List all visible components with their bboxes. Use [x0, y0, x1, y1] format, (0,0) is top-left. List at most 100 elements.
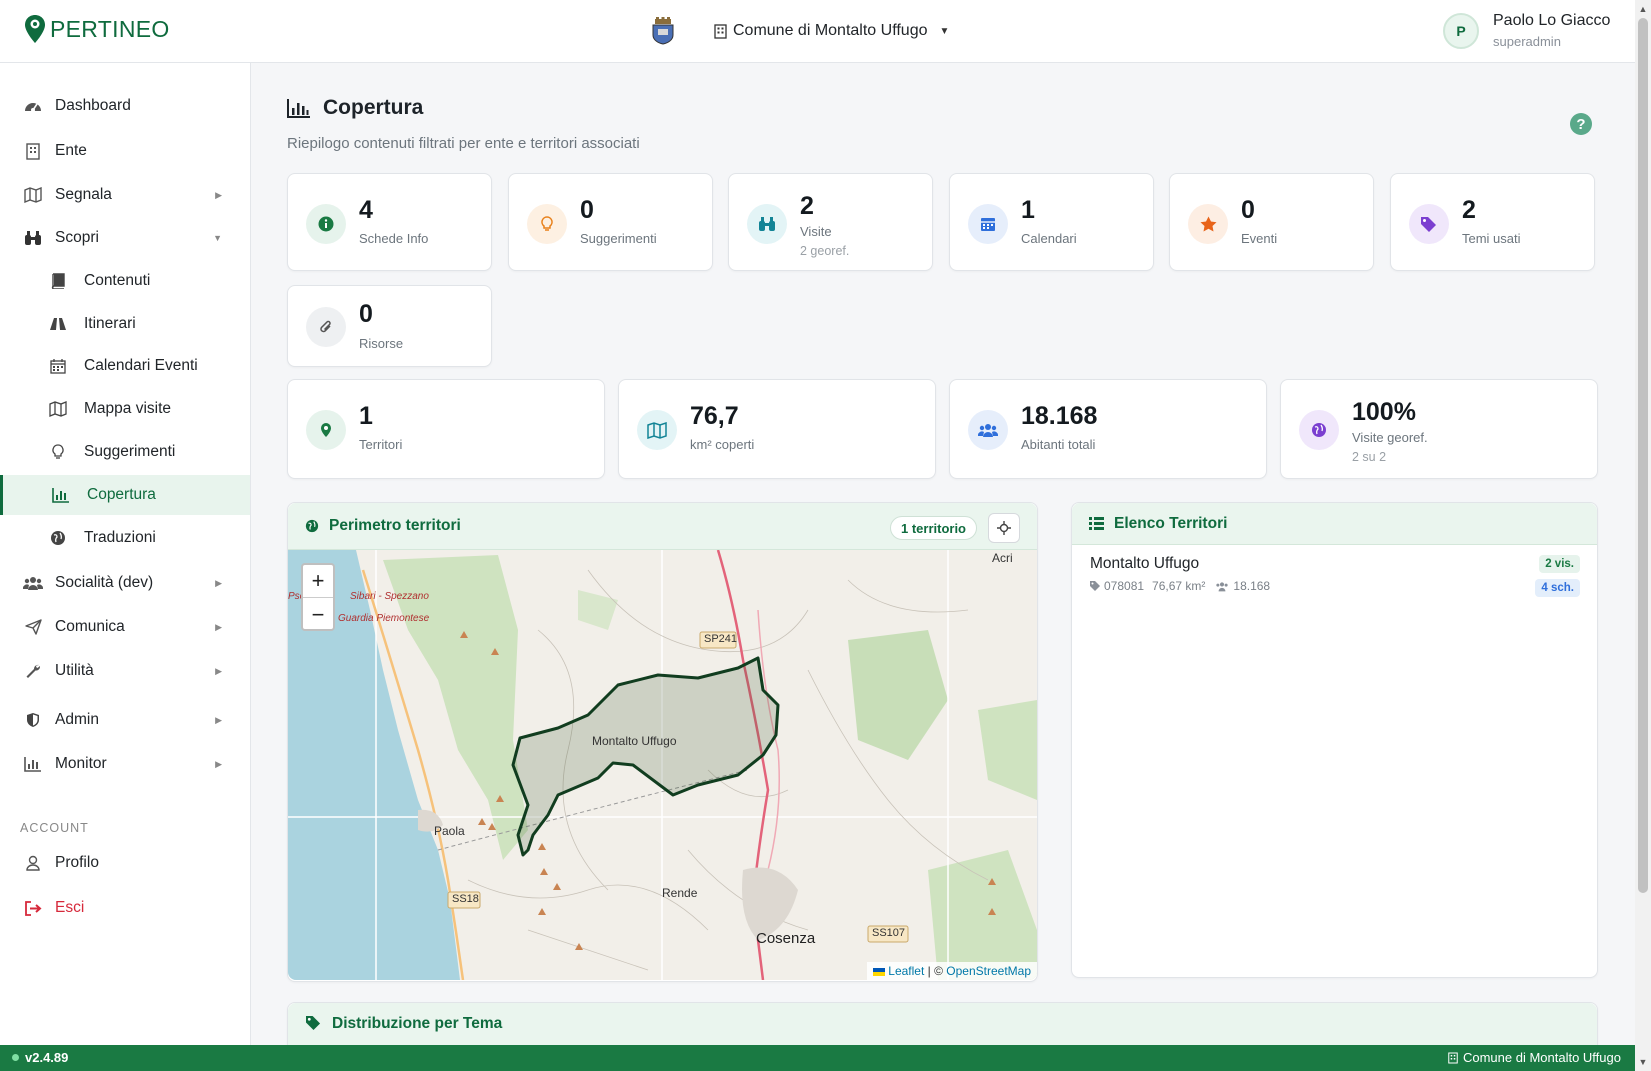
avatar: P: [1443, 12, 1479, 49]
building-icon: [1448, 1052, 1458, 1063]
leaflet-link[interactable]: Leaflet: [888, 964, 924, 978]
visits-badge: 2 vis.: [1539, 555, 1580, 573]
stat-card-suggerimenti: 0 Suggerimenti: [508, 173, 713, 271]
stat-value: 4: [359, 196, 373, 224]
stat-extra: 2 su 2: [1352, 450, 1387, 464]
sidebar-item-copertura[interactable]: Copertura: [0, 475, 250, 515]
paperclip-icon: [306, 307, 346, 347]
attribution-separator: | ©: [927, 964, 943, 978]
sidebar-item-contenuti[interactable]: Contenuti: [0, 261, 250, 301]
zoom-out-button[interactable]: −: [303, 598, 333, 631]
footer-ente-text: Comune di Montalto Uffugo: [1462, 1050, 1621, 1065]
territory-meta: 078081 76,67 km² 18.168: [1090, 579, 1580, 593]
sidebar-item-esci[interactable]: Esci: [0, 888, 250, 928]
sidebar-item-scopri[interactable]: Scopri ▼: [0, 218, 250, 258]
book-icon: [48, 271, 68, 291]
ente-switcher[interactable]: Comune di Montalto Uffugo ▼: [714, 22, 949, 40]
caret-right-icon: ▶: [215, 189, 222, 200]
map-label-sp241: SP241: [704, 633, 738, 645]
stat-value: 100%: [1352, 398, 1416, 426]
list-item[interactable]: Montalto Uffugo 078081 76,67 km² 18.168 …: [1090, 555, 1580, 597]
info-icon: [306, 204, 346, 244]
scroll-thumb[interactable]: [1638, 18, 1648, 893]
brand-name: PERTINEO: [50, 15, 170, 42]
sidebar-item-itinerari[interactable]: Itinerari: [0, 304, 250, 344]
territory-population: 18.168: [1233, 579, 1271, 593]
stat-label: Visite georef.: [1352, 430, 1428, 445]
sign-out-icon: [23, 898, 43, 918]
territory-map[interactable]: Montalto Uffugo Paola Rende Cosenza Acri…: [288, 550, 1037, 980]
map-label-paola: Paola: [434, 824, 465, 838]
stat-value: 1: [1021, 196, 1035, 224]
stat-label: Visite: [800, 224, 832, 239]
sidebar-item-socialita[interactable]: Socialità (dev) ▶: [0, 563, 250, 603]
stat-value: 2: [1462, 196, 1476, 224]
tags-icon: [306, 1015, 321, 1030]
page-title: Copertura: [287, 96, 423, 120]
tema-distribution-title: Distribuzione per Tema: [332, 1015, 503, 1032]
page-title-text: Copertura: [323, 96, 424, 119]
sidebar-item-label: Contenuti: [84, 272, 151, 289]
sidebar-item-label: Profilo: [55, 854, 99, 871]
osm-link[interactable]: OpenStreetMap: [946, 964, 1031, 978]
sidebar-item-comunica[interactable]: Comunica ▶: [0, 607, 250, 647]
building-icon: [23, 141, 43, 161]
users-icon: [968, 410, 1008, 450]
sidebar-item-label: Admin: [55, 711, 99, 728]
map-label-montalto: Montalto Uffugo: [592, 734, 677, 748]
sidebar-item-label: Socialità (dev): [55, 574, 154, 591]
paper-plane-icon: [23, 617, 43, 637]
caret-down-icon: ▼: [213, 233, 222, 243]
stat-card-temi-usati: 2 Temi usati: [1390, 173, 1595, 271]
sidebar-item-segnala[interactable]: Segnala ▶: [0, 175, 250, 215]
map-label-cosenza: Cosenza: [756, 930, 816, 947]
sidebar-item-admin[interactable]: Admin ▶: [0, 700, 250, 740]
globe-icon: [48, 528, 68, 548]
caret-right-icon: ▶: [215, 714, 222, 725]
version-label: v2.4.89: [12, 1050, 68, 1065]
caret-right-icon: ▶: [215, 621, 222, 632]
bar-chart-icon: [51, 485, 71, 505]
sidebar-item-utilita[interactable]: Utilità ▶: [0, 651, 250, 691]
sidebar-item-monitor[interactable]: Monitor ▶: [0, 744, 250, 784]
user-menu[interactable]: P Paolo Lo Giacco superadmin: [1443, 12, 1610, 49]
caret-right-icon: ▶: [215, 577, 222, 588]
sidebar-item-suggerimenti[interactable]: Suggerimenti: [0, 432, 250, 472]
stat-card-territori: 1 Territori: [287, 379, 605, 479]
brand-logo[interactable]: PERTINEO: [24, 14, 170, 44]
stat-label: Temi usati: [1462, 231, 1521, 246]
stat-label: km² coperti: [690, 437, 755, 452]
map-label-guardia: Guardia Piemontese: [338, 613, 430, 624]
fit-bounds-button[interactable]: [988, 513, 1020, 543]
sidebar-item-traduzioni[interactable]: Traduzioni: [0, 518, 250, 558]
lightbulb-icon: [48, 442, 68, 462]
scroll-up-icon[interactable]: ▲: [1638, 4, 1648, 14]
page-scrollbar[interactable]: ▲ ▼: [1635, 0, 1651, 1071]
sidebar-item-ente[interactable]: Ente: [0, 131, 250, 171]
sidebar-item-label: Monitor: [55, 755, 107, 772]
sidebar-item-mappa-visite[interactable]: Mappa visite: [0, 389, 250, 429]
stat-card-schede-info: 4 Schede Info: [287, 173, 492, 271]
sidebar-item-calendari-eventi[interactable]: Calendari Eventi: [0, 346, 250, 386]
stat-value: 0: [580, 196, 594, 224]
sidebar-item-label: Itinerari: [84, 315, 136, 332]
sidebar-item-profilo[interactable]: Profilo: [0, 843, 250, 883]
sidebar-item-label: Copertura: [87, 486, 156, 503]
municipality-crest-icon: [652, 17, 674, 45]
stat-value: 0: [359, 300, 373, 328]
stat-value: 1: [359, 402, 373, 430]
caret-right-icon: ▶: [215, 758, 222, 769]
zoom-in-button[interactable]: +: [303, 565, 333, 598]
pin-logo-icon: [25, 15, 45, 43]
scroll-down-icon[interactable]: ▼: [1638, 1057, 1648, 1067]
stat-card-risorse: 0 Risorse: [287, 285, 492, 367]
territory-list-title: Elenco Territori: [1114, 514, 1228, 532]
top-bar: PERTINEO Comune di Montalto Uffugo ▼ P P…: [0, 0, 1635, 63]
help-icon[interactable]: ?: [1570, 113, 1592, 135]
sidebar-item-dashboard[interactable]: Dashboard: [0, 86, 250, 126]
user-icon: [23, 853, 43, 873]
star-icon: [1188, 204, 1228, 244]
sidebar-item-label: Dashboard: [55, 97, 131, 114]
sidebar-item-label: Ente: [55, 142, 87, 159]
crosshair-icon: [997, 521, 1011, 535]
